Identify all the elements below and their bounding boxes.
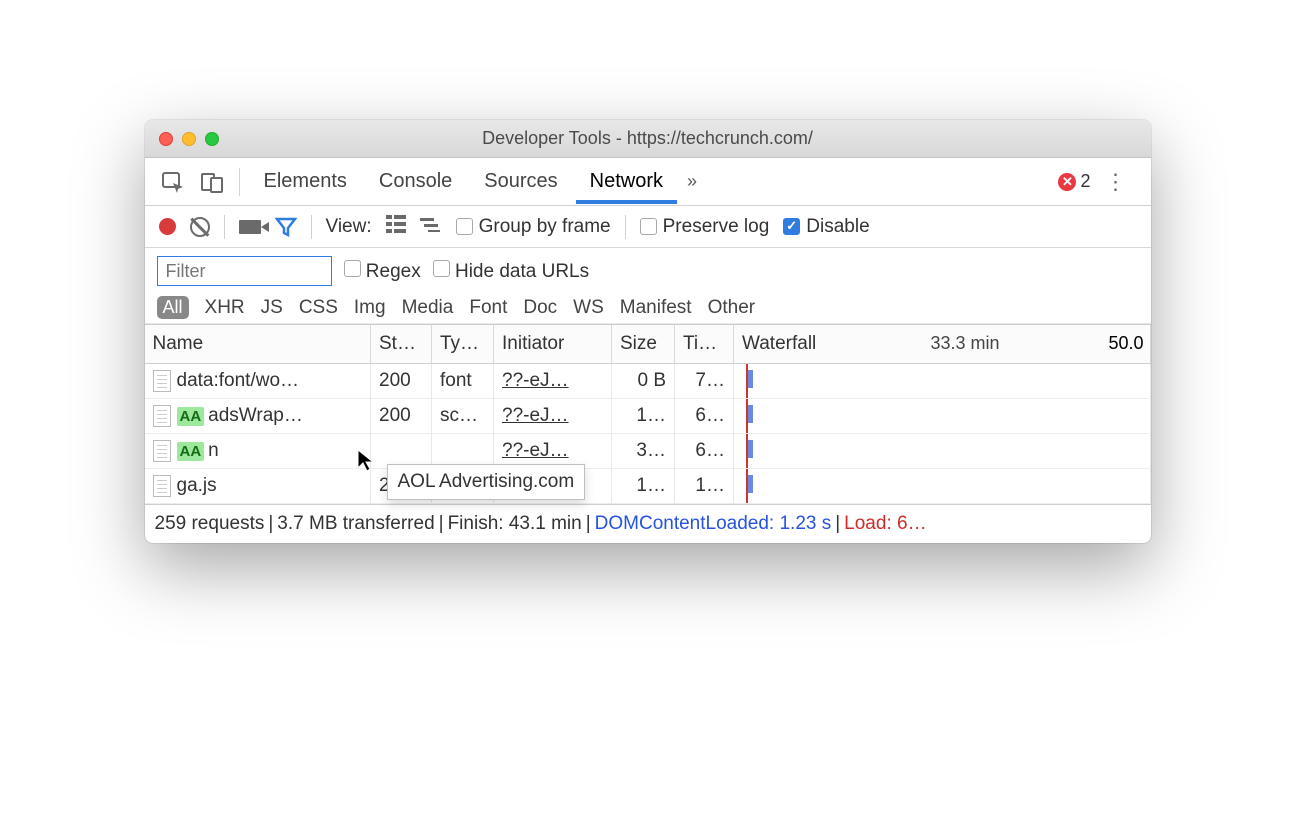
settings-menu-icon[interactable]: ⋮ [1097, 169, 1135, 195]
file-icon [153, 440, 171, 462]
filter-toggle-icon[interactable] [275, 216, 297, 238]
more-tabs-icon[interactable]: » [681, 171, 703, 192]
titlebar: Developer Tools - https://techcrunch.com… [145, 120, 1151, 158]
row-initiator[interactable]: ??-eJ… [502, 370, 569, 391]
row-size: 1… [612, 469, 675, 504]
large-rows-icon[interactable] [386, 215, 406, 239]
overview-icon[interactable] [420, 216, 442, 238]
devtools-window: Developer Tools - https://techcrunch.com… [145, 120, 1151, 543]
row-waterfall [734, 399, 1151, 434]
row-waterfall [734, 364, 1151, 399]
row-name: data:font/wo… [177, 370, 300, 392]
network-table: Name St… Ty… Initiator Size Ti… Waterfal… [145, 324, 1151, 504]
status-finish: Finish: 43.1 min [448, 513, 582, 535]
row-time: 6… [675, 399, 734, 434]
divider [625, 215, 626, 239]
clear-button[interactable] [190, 217, 210, 237]
screenshot-icon[interactable] [239, 220, 261, 234]
group-by-frame-checkbox[interactable]: Group by frame [456, 216, 611, 238]
row-size: 0 B [612, 364, 675, 399]
col-type[interactable]: Ty… [432, 325, 494, 364]
filter-type-doc[interactable]: Doc [523, 297, 557, 319]
tracker-badge: AA [177, 407, 205, 426]
status-bar: 259 requests | 3.7 MB transferred | Fini… [145, 504, 1151, 543]
filter-types: All XHR JS CSS Img Media Font Doc WS Man… [157, 286, 1139, 319]
network-toolbar: View: Group by frame Preserve log Disabl… [145, 206, 1151, 248]
col-time[interactable]: Ti… [675, 325, 734, 364]
filter-type-media[interactable]: Media [402, 297, 454, 319]
table-row[interactable]: ga.js200sc…??-eJ…1…1… [145, 469, 1151, 504]
row-time: 7… [675, 364, 734, 399]
hide-data-urls-checkbox[interactable]: Hide data URLs [433, 260, 589, 283]
filter-type-manifest[interactable]: Manifest [620, 297, 692, 319]
row-time: 1… [675, 469, 734, 504]
tab-elements[interactable]: Elements [250, 159, 361, 204]
table-row[interactable]: AAn ??-eJ… 3…6… [145, 434, 1151, 469]
disable-cache-checkbox[interactable]: Disable [783, 216, 869, 238]
row-initiator[interactable]: ??-eJ… [502, 440, 569, 461]
tab-network[interactable]: Network [576, 159, 677, 204]
row-type: font [432, 364, 494, 399]
file-icon [153, 405, 171, 427]
row-waterfall [734, 434, 1151, 469]
row-time: 6… [675, 434, 734, 469]
error-count-badge[interactable]: ✕ 2 [1058, 171, 1090, 192]
filter-type-font[interactable]: Font [469, 297, 507, 319]
file-icon [153, 370, 171, 392]
regex-checkbox[interactable]: Regex [344, 260, 421, 283]
row-size: 1… [612, 399, 675, 434]
filter-type-js[interactable]: JS [261, 297, 283, 319]
row-waterfall [734, 469, 1151, 504]
record-button[interactable] [159, 218, 176, 235]
row-name: adsWrap… [208, 405, 303, 427]
divider [311, 215, 312, 239]
row-status: 200 [371, 364, 432, 399]
col-size[interactable]: Size [612, 325, 675, 364]
divider [239, 168, 240, 196]
waterfall-tick-end: 50.0 [1108, 333, 1143, 354]
col-initiator[interactable]: Initiator [494, 325, 612, 364]
filter-bar: Regex Hide data URLs All XHR JS CSS Img … [145, 248, 1151, 324]
table-row[interactable]: data:font/wo… 200font ??-eJ… 0 B7… [145, 364, 1151, 399]
row-initiator[interactable]: ??-eJ… [502, 405, 569, 426]
filter-type-all[interactable]: All [157, 296, 189, 319]
view-label: View: [326, 216, 372, 238]
error-count: 2 [1080, 171, 1090, 192]
file-icon [153, 475, 171, 497]
filter-type-img[interactable]: Img [354, 297, 386, 319]
col-waterfall[interactable]: Waterfall 33.3 min 50.0 [734, 325, 1151, 364]
row-type: sc… [432, 399, 494, 434]
col-status[interactable]: St… [371, 325, 432, 364]
preserve-log-checkbox[interactable]: Preserve log [640, 216, 770, 238]
devtools-tabbar: Elements Console Sources Network » ✕ 2 ⋮ [145, 158, 1151, 206]
status-requests: 259 requests [155, 513, 265, 535]
row-name: ga.js [177, 475, 217, 497]
device-toolbar-icon[interactable] [195, 165, 229, 199]
status-domcontentloaded: DOMContentLoaded: 1.23 s [595, 513, 832, 535]
filter-type-ws[interactable]: WS [573, 297, 604, 319]
filter-type-other[interactable]: Other [708, 297, 756, 319]
error-icon: ✕ [1058, 173, 1076, 191]
row-size: 3… [612, 434, 675, 469]
filter-type-xhr[interactable]: XHR [205, 297, 245, 319]
tab-console[interactable]: Console [365, 159, 466, 204]
table-row[interactable]: AAadsWrap… 200sc… ??-eJ… 1…6… [145, 399, 1151, 434]
tracker-badge: AA [177, 442, 205, 461]
tab-sources[interactable]: Sources [470, 159, 571, 204]
col-name[interactable]: Name [145, 325, 371, 364]
status-load: Load: 6… [844, 513, 926, 535]
inspect-element-icon[interactable] [155, 165, 191, 199]
filter-input[interactable] [157, 256, 332, 286]
divider [224, 215, 225, 239]
filter-type-css[interactable]: CSS [299, 297, 338, 319]
row-status: 200 [371, 399, 432, 434]
window-title: Developer Tools - https://techcrunch.com… [145, 128, 1151, 149]
row-name: n [208, 440, 219, 462]
waterfall-tick: 33.3 min [930, 333, 999, 354]
status-transferred: 3.7 MB transferred [277, 513, 434, 535]
hover-tooltip: AOL Advertising.com [387, 464, 586, 500]
